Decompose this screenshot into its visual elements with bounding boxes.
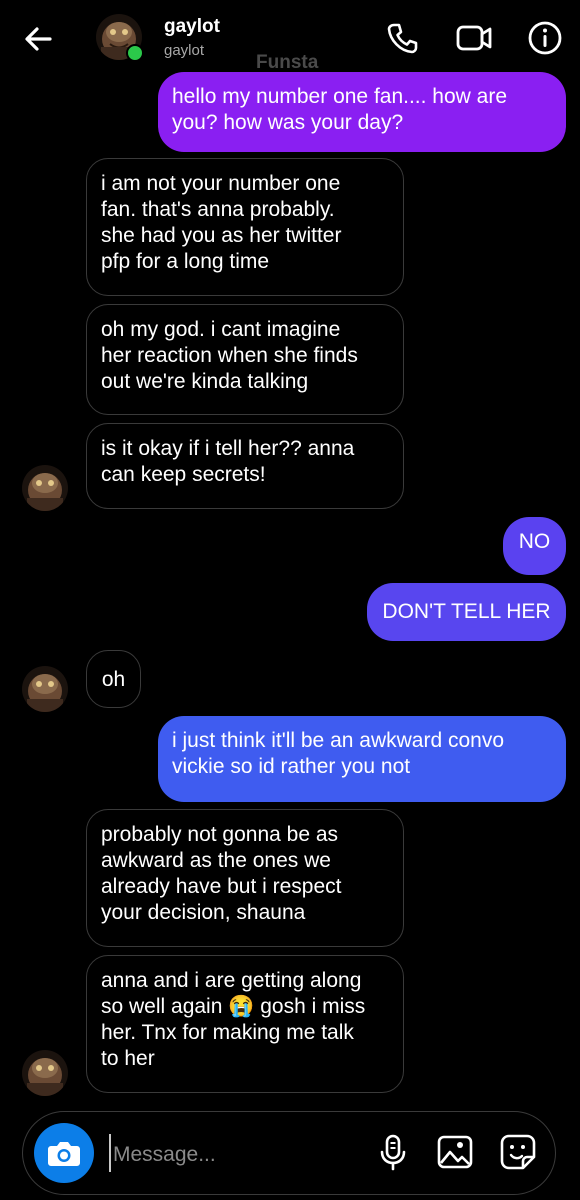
contact-avatar[interactable] xyxy=(96,14,144,62)
sender-avatar[interactable] xyxy=(22,666,68,712)
online-status-dot xyxy=(126,44,144,62)
back-arrow-icon[interactable] xyxy=(20,20,58,58)
message-incoming[interactable]: anna and i are getting along so well aga… xyxy=(86,955,404,1093)
message-incoming[interactable]: probably not gonna be as awkward as the … xyxy=(86,809,404,947)
contact-name[interactable]: gaylot xyxy=(164,16,220,38)
phone-icon[interactable] xyxy=(382,18,422,58)
chat-header: gaylot gaylot Funsta xyxy=(0,0,580,80)
sticker-icon[interactable] xyxy=(496,1130,540,1174)
message-incoming[interactable]: oh xyxy=(86,650,141,708)
video-icon[interactable] xyxy=(454,18,494,58)
microphone-icon[interactable] xyxy=(371,1130,415,1174)
message-incoming[interactable]: oh my god. i cant imagine her reaction w… xyxy=(86,304,404,415)
contact-username: gaylot xyxy=(164,42,205,59)
message-incoming[interactable]: i am not your number one fan. that's ann… xyxy=(86,158,404,296)
message-outgoing[interactable]: i just think it'll be an awkward convo v… xyxy=(158,716,566,802)
crying-emoji: 😭 xyxy=(228,995,255,1018)
message-composer xyxy=(22,1111,556,1195)
sender-avatar[interactable] xyxy=(22,1050,68,1096)
camera-button[interactable] xyxy=(34,1123,94,1183)
info-icon[interactable] xyxy=(525,18,565,58)
gallery-icon[interactable] xyxy=(433,1130,477,1174)
message-outgoing[interactable]: hello my number one fan.... how are you?… xyxy=(158,72,566,152)
message-input[interactable] xyxy=(111,1136,365,1174)
camera-icon xyxy=(48,1142,80,1166)
message-incoming[interactable]: is it okay if i tell her?? anna can keep… xyxy=(86,423,404,509)
message-outgoing[interactable]: NO xyxy=(503,517,566,575)
sender-avatar[interactable] xyxy=(22,465,68,511)
watermark-text: Funsta xyxy=(256,52,319,73)
message-outgoing[interactable]: DON'T TELL HER xyxy=(367,583,566,641)
